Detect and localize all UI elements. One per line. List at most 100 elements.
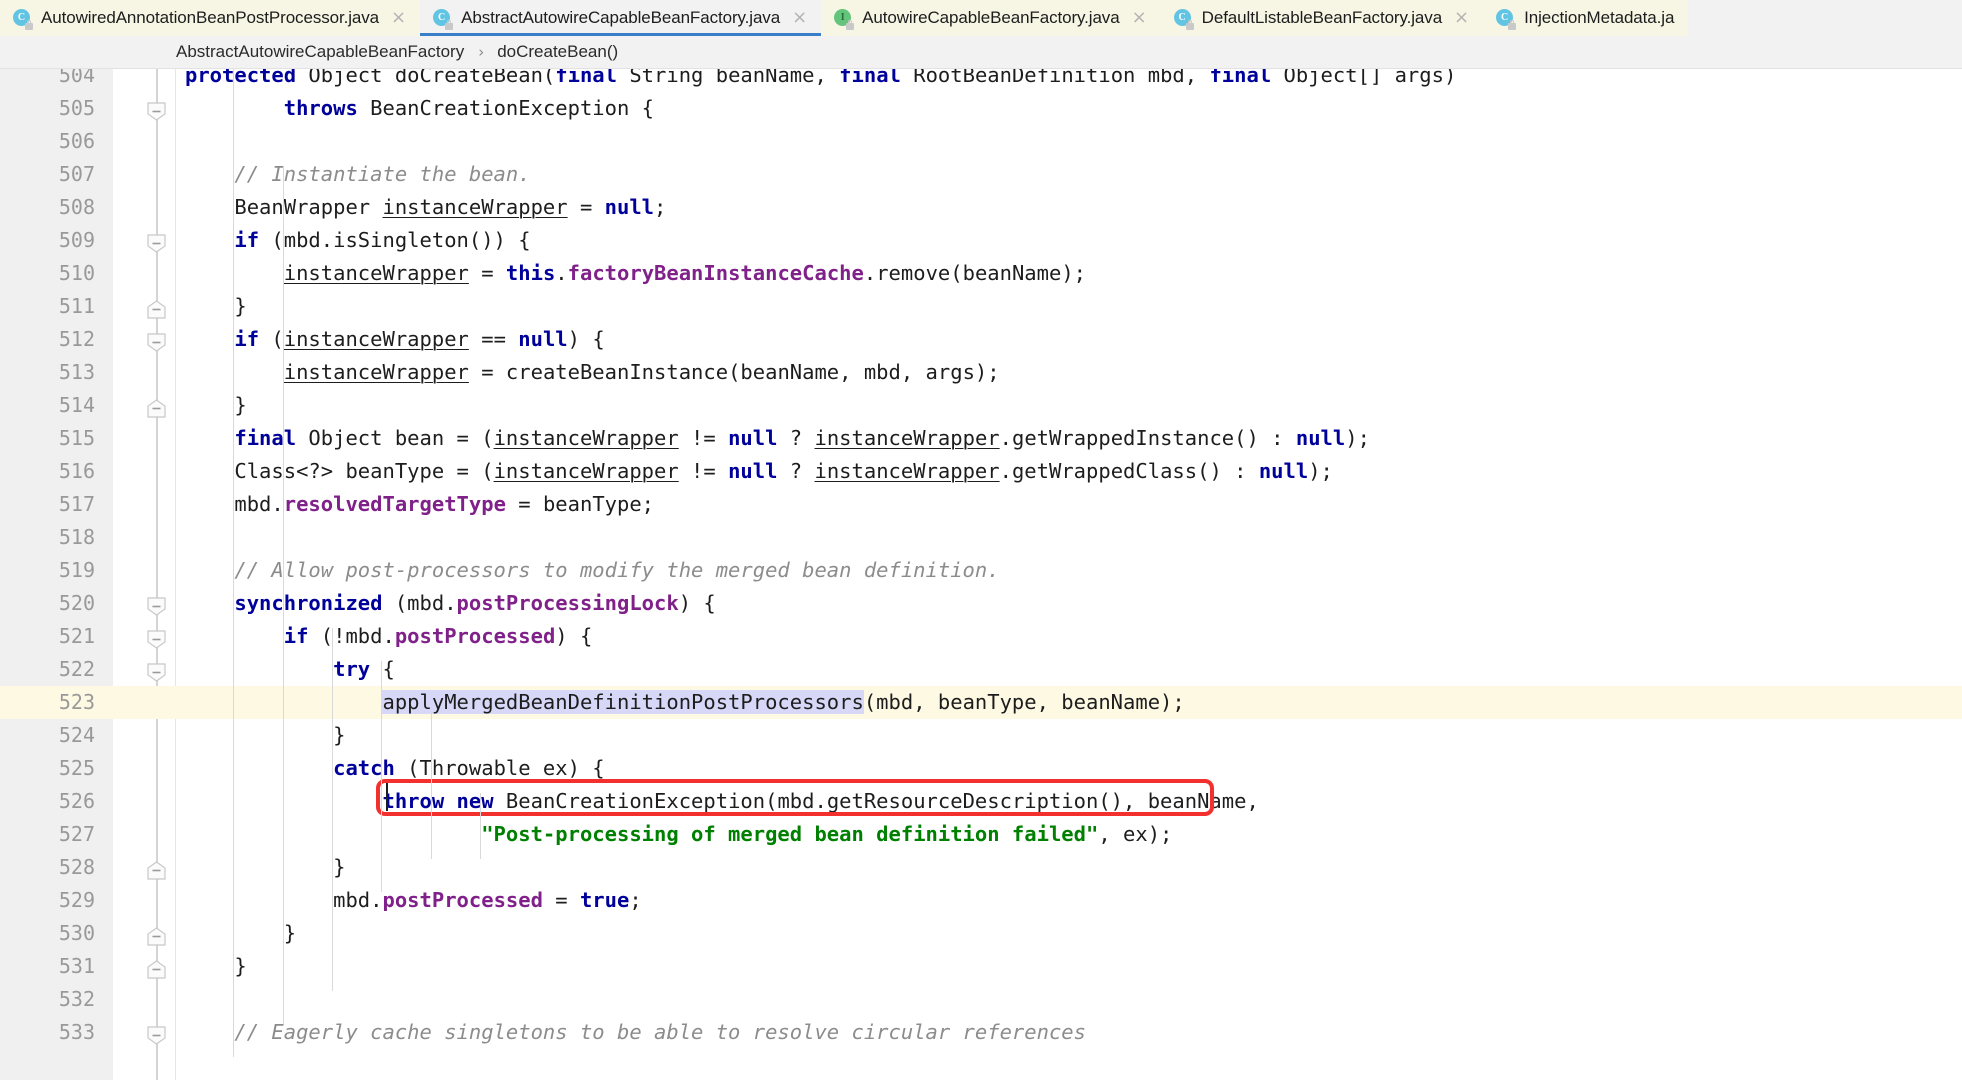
code-line[interactable]: 530 }	[0, 917, 1962, 950]
fold-toggle-icon[interactable]	[147, 960, 166, 979]
close-icon[interactable]: ×	[1132, 9, 1147, 27]
fold-toggle-icon[interactable]	[147, 102, 166, 121]
code-text: instanceWrapper = createBeanInstance(bea…	[283, 360, 1000, 384]
line-number: 524	[58, 723, 95, 747]
line-number: 516	[58, 459, 95, 483]
code-line[interactable]: 531 }	[0, 950, 1962, 983]
fold-toggle-icon[interactable]	[147, 927, 166, 946]
code-line[interactable]: 509 if (mbd.isSingleton()) {	[0, 224, 1962, 257]
editor-tab-label: AutowireCapableBeanFactory.java	[862, 8, 1120, 27]
java-class-icon: C	[1173, 8, 1194, 30]
fold-toggle-icon[interactable]	[147, 1026, 166, 1045]
fold-toggle-icon[interactable]	[147, 399, 166, 418]
code-line[interactable]: 514 }	[0, 389, 1962, 422]
code-line[interactable]: 522 try {	[0, 653, 1962, 686]
code-text: throws BeanCreationException {	[283, 96, 655, 120]
code-line[interactable]: 524 }	[0, 719, 1962, 752]
line-number: 521	[58, 624, 95, 648]
line-number: 532	[58, 987, 95, 1011]
code-text: // Eagerly cache singletons to be able t…	[234, 1020, 1086, 1044]
line-number: 515	[58, 426, 95, 450]
line-number: 510	[58, 261, 95, 285]
fold-toggle-icon[interactable]	[147, 630, 166, 649]
code-text: // Instantiate the bean.	[234, 162, 531, 186]
code-line[interactable]: 521 if (!mbd.postProcessed) {	[0, 620, 1962, 653]
lock-icon	[445, 19, 454, 30]
close-icon[interactable]: ×	[792, 9, 807, 27]
line-number: 518	[58, 525, 95, 549]
code-text: }	[185, 954, 247, 978]
breadcrumb-class[interactable]: AbstractAutowireCapableBeanFactory	[176, 42, 464, 62]
editor-tab-label: AbstractAutowireCapableBeanFactory.java	[461, 8, 781, 27]
code-line[interactable]: 525 catch (Throwable ex) {	[0, 752, 1962, 785]
code-line[interactable]: 517 mbd.resolvedTargetType = beanType;	[0, 488, 1962, 521]
code-line[interactable]: 516 Class<?> beanType = (instanceWrapper…	[0, 455, 1962, 488]
code-line[interactable]: 512 if (instanceWrapper == null) {	[0, 323, 1962, 356]
indent-guide	[480, 793, 482, 859]
line-number: 525	[58, 756, 95, 780]
code-text: }	[185, 723, 346, 747]
code-text: throw new BeanCreationException(mbd.getR…	[382, 789, 1259, 813]
fold-toggle-icon[interactable]	[147, 234, 166, 253]
code-line[interactable]: 523 applyMergedBeanDefinitionPostProcess…	[0, 686, 1962, 719]
lock-icon	[1508, 19, 1517, 30]
indent-guide	[430, 694, 432, 859]
editor-tab[interactable]: I AutowireCapableBeanFactory.java ×	[821, 0, 1161, 36]
breadcrumb-method[interactable]: doCreateBean()	[497, 42, 618, 62]
code-line[interactable]: 529 mbd.postProcessed = true;	[0, 884, 1962, 917]
java-interface-icon: I	[834, 8, 855, 30]
code-line[interactable]: 519 // Allow post-processors to modify t…	[0, 554, 1962, 587]
editor-tab-bar: C AutowiredAnnotationBeanPostProcessor.ja…	[0, 0, 1962, 36]
code-text: "Post-processing of merged bean definiti…	[481, 822, 1173, 846]
code-line[interactable]: 520 synchronized (mbd.postProcessingLock…	[0, 587, 1962, 620]
line-number: 513	[58, 360, 95, 384]
editor-tab[interactable]: C InjectionMetadata.ja	[1483, 0, 1689, 36]
fold-toggle-icon[interactable]	[147, 861, 166, 880]
indent-guide	[332, 628, 334, 991]
line-number: 512	[58, 327, 95, 351]
indent-guide	[282, 166, 284, 1024]
text-caret	[386, 783, 388, 811]
code-line[interactable]: 504 protected Object doCreateBean(final S…	[0, 69, 1962, 92]
code-text: if (mbd.isSingleton()) {	[234, 228, 531, 252]
code-line[interactable]: 527 "Post-processing of merged bean defi…	[0, 818, 1962, 851]
editor-tab[interactable]: C AbstractAutowireCapableBeanFactory.java…	[420, 0, 822, 36]
code-line[interactable]: 515 final Object bean = (instanceWrapper…	[0, 422, 1962, 455]
editor-tab[interactable]: C AutowiredAnnotationBeanPostProcessor.ja…	[0, 0, 421, 36]
close-icon[interactable]: ×	[1454, 9, 1469, 27]
fold-toggle-icon[interactable]	[147, 663, 166, 682]
code-text: catch (Throwable ex) {	[333, 756, 605, 780]
fold-toggle-icon[interactable]	[147, 300, 166, 319]
code-editor[interactable]: 504 protected Object doCreateBean(final S…	[0, 69, 1962, 1080]
code-line[interactable]: 506	[0, 125, 1962, 158]
code-text: Class<?> beanType = (instanceWrapper != …	[185, 459, 1333, 483]
code-line[interactable]: 528 }	[0, 851, 1962, 884]
line-number: 511	[58, 294, 95, 318]
line-number: 520	[58, 591, 95, 615]
line-number: 527	[58, 822, 95, 846]
code-line[interactable]: 526 throw new BeanCreationException(mbd.…	[0, 785, 1962, 818]
line-number: 526	[58, 789, 95, 813]
code-line[interactable]: 513 instanceWrapper = createBeanInstance…	[0, 356, 1962, 389]
code-line[interactable]: 532	[0, 983, 1962, 1016]
code-line[interactable]: 510 instanceWrapper = this.factoryBeanIn…	[0, 257, 1962, 290]
code-line[interactable]: 511 }	[0, 290, 1962, 323]
editor-tab[interactable]: C DefaultListableBeanFactory.java ×	[1160, 0, 1484, 36]
lock-icon	[846, 19, 855, 30]
code-text: mbd.postProcessed = true;	[185, 888, 642, 912]
code-line[interactable]: 508 BeanWrapper instanceWrapper = null;	[0, 191, 1962, 224]
code-line[interactable]: 505 throws BeanCreationException {	[0, 92, 1962, 125]
code-line[interactable]: 518	[0, 521, 1962, 554]
code-line[interactable]: 533 // Eagerly cache singletons to be ab…	[0, 1016, 1962, 1049]
lock-icon	[25, 19, 33, 30]
line-number: 509	[58, 228, 95, 252]
fold-toggle-icon[interactable]	[147, 597, 166, 616]
line-number: 533	[58, 1020, 95, 1044]
code-text: synchronized (mbd.postProcessingLock) {	[234, 591, 716, 615]
fold-toggle-icon[interactable]	[147, 333, 166, 352]
code-line[interactable]: 507 // Instantiate the bean.	[0, 158, 1962, 191]
code-text: if (!mbd.postProcessed) {	[283, 624, 593, 648]
close-icon[interactable]: ×	[391, 9, 406, 27]
code-text: }	[185, 855, 346, 879]
java-class-icon: C	[433, 8, 454, 30]
